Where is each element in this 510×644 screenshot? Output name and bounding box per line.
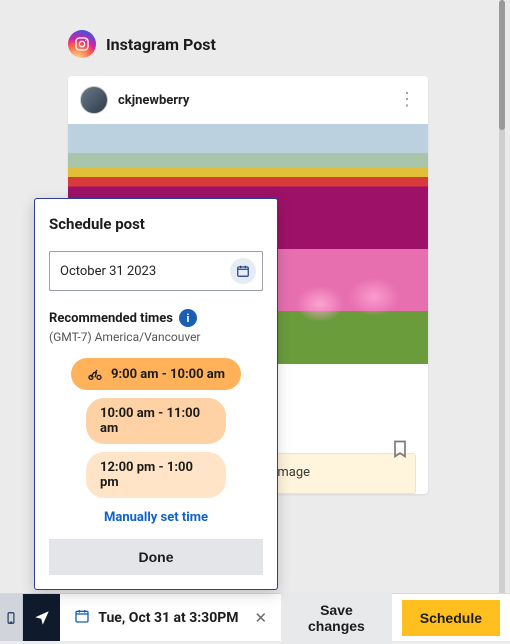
done-button[interactable]: Done [49, 539, 263, 575]
avatar [80, 86, 108, 114]
calendar-icon [74, 608, 90, 628]
bookmark-icon[interactable] [390, 438, 410, 464]
recommended-time-option-1[interactable]: 10:00 am - 11:00 am [86, 398, 226, 444]
scrollbar-thumb[interactable] [499, 0, 505, 130]
recommended-time-option-2[interactable]: 12:00 pm - 1:00 pm [86, 452, 226, 498]
recommended-times-label: Recommended times [49, 311, 173, 326]
instagram-icon [68, 30, 96, 58]
peak-time-icon [87, 366, 103, 382]
date-input[interactable]: October 31 2023 [49, 251, 263, 291]
device-preview-button[interactable] [0, 594, 23, 641]
username: ckjnewberry [118, 93, 189, 108]
send-now-button[interactable] [23, 594, 60, 641]
post-platform-title: Instagram Post [106, 35, 216, 54]
manually-set-time-link[interactable]: Manually set time [49, 510, 263, 525]
save-changes-button[interactable]: Save changes [281, 592, 392, 644]
time-option-label: 10:00 am - 11:00 am [100, 406, 212, 436]
schedule-popover: Schedule post October 31 2023 Recommende… [34, 198, 278, 590]
info-icon[interactable]: i [179, 309, 197, 327]
timezone-label: (GMT-7) America/Vancouver [49, 330, 263, 344]
date-value: October 31 2023 [60, 264, 156, 279]
scheduled-time-text[interactable]: Tue, Oct 31 at 3:30PM [98, 610, 238, 626]
clear-schedule-icon[interactable]: ✕ [251, 605, 272, 631]
recommended-time-option-0[interactable]: 9:00 am - 10:00 am [71, 358, 241, 390]
popover-title: Schedule post [49, 215, 263, 233]
scrollbar[interactable] [499, 0, 505, 615]
calendar-icon[interactable] [230, 258, 256, 284]
schedule-button[interactable]: Schedule [402, 600, 500, 636]
bottom-toolbar: Tue, Oct 31 at 3:30PM ✕ Save changes Sch… [0, 593, 510, 641]
time-option-label: 12:00 pm - 1:00 pm [100, 460, 212, 490]
time-option-label: 9:00 am - 10:00 am [111, 367, 225, 382]
